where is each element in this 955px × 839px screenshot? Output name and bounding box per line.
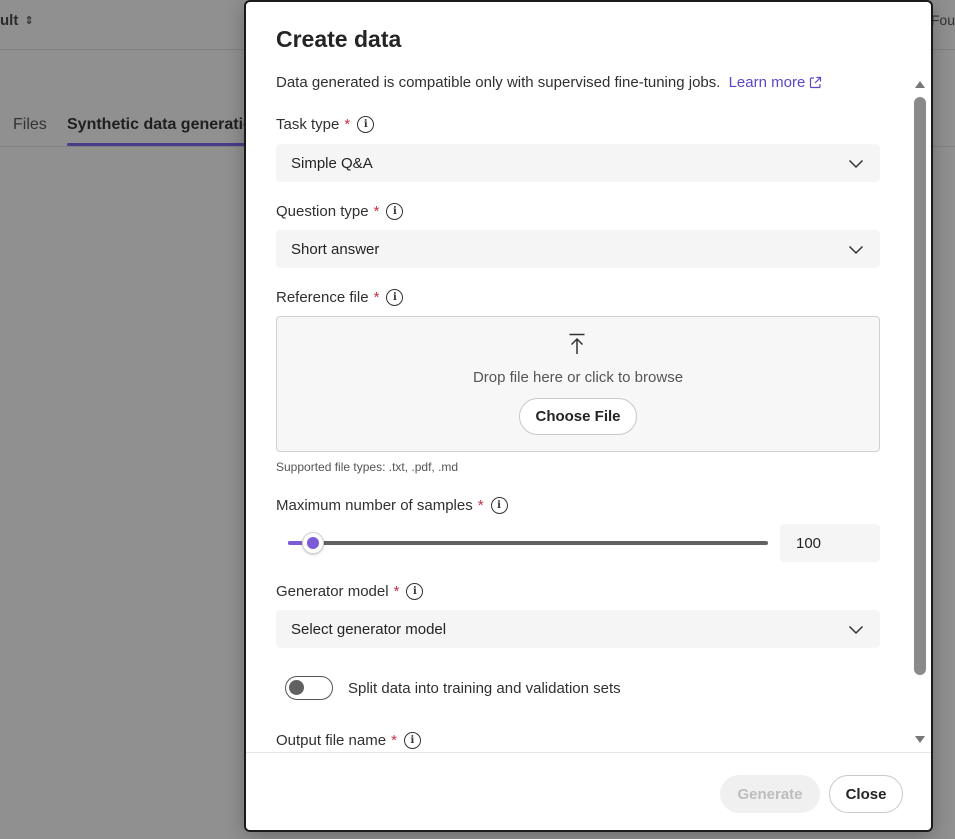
info-icon[interactable]: i — [357, 116, 375, 133]
max-samples-input[interactable]: 100 — [780, 524, 880, 562]
create-data-dialog: Create data Data generated is compatible… — [244, 0, 933, 832]
upload-icon — [568, 333, 586, 360]
samples-slider-track[interactable] — [288, 541, 768, 545]
required-marker: * — [344, 116, 351, 133]
generator-model-label-text: Generator model — [276, 583, 389, 600]
required-marker: * — [477, 497, 484, 514]
dialog-description: Data generated is compatible only with s… — [276, 74, 822, 93]
learn-more-text: Learn more — [728, 74, 806, 91]
tab-synthetic-data-generation[interactable]: Synthetic data generatic — [67, 116, 252, 134]
info-icon[interactable]: i — [386, 289, 404, 306]
chevron-down-icon — [848, 622, 864, 639]
dialog-title: Create data — [276, 26, 402, 52]
tab-files[interactable]: Files — [13, 116, 47, 134]
scroll-up-arrow-icon[interactable] — [915, 81, 925, 88]
question-type-value: Short answer — [291, 240, 380, 258]
chevron-down-icon — [848, 242, 864, 259]
split-data-toggle[interactable] — [285, 676, 333, 700]
generate-button[interactable]: Generate — [720, 775, 820, 813]
question-type-label: Question type * i — [276, 203, 404, 220]
learn-more-link[interactable]: Learn more — [729, 74, 823, 91]
drop-file-text: Drop file here or click to browse — [472, 369, 684, 386]
output-file-name-label: Output file name * i — [276, 732, 421, 749]
max-samples-label-text: Maximum number of samples — [276, 497, 473, 514]
task-type-value: Simple Q&A — [291, 154, 373, 172]
close-button[interactable]: Close — [829, 775, 903, 813]
active-tab-indicator — [67, 143, 247, 146]
generator-model-dropdown[interactable]: Select generator model — [276, 610, 880, 648]
project-label: ult — [0, 12, 19, 29]
required-marker: * — [393, 583, 400, 600]
task-type-label: Task type * i — [276, 116, 375, 133]
output-file-name-label-text: Output file name — [276, 732, 387, 749]
max-samples-label: Maximum number of samples * i — [276, 497, 508, 514]
required-marker: * — [391, 732, 397, 749]
generator-model-placeholder: Select generator model — [291, 620, 447, 638]
question-type-label-text: Question type — [276, 203, 369, 220]
required-marker: * — [373, 289, 380, 306]
supported-file-types-hint: Supported file types: .txt, .pdf, .md — [276, 460, 459, 474]
info-icon[interactable]: i — [386, 203, 404, 220]
external-link-icon — [809, 76, 822, 93]
scrollbar-thumb[interactable] — [914, 97, 926, 675]
scroll-down-arrow-icon[interactable] — [915, 736, 925, 743]
info-icon[interactable]: i — [403, 732, 421, 749]
reference-file-label-text: Reference file — [276, 289, 369, 306]
top-bar-right-text: Fou — [930, 12, 955, 28]
info-icon[interactable]: i — [490, 497, 508, 514]
chevron-up-down-icon: ⇕ — [24, 15, 34, 27]
question-type-dropdown[interactable]: Short answer — [276, 230, 880, 268]
generator-model-label: Generator model * i — [276, 583, 424, 600]
description-text: Data generated is compatible only with s… — [276, 74, 721, 91]
project-selector[interactable]: ult ⇕ — [0, 12, 34, 29]
file-drop-zone[interactable]: Drop file here or click to browse Choose… — [276, 316, 880, 452]
info-icon[interactable]: i — [406, 583, 424, 600]
dialog-content: Data generated is compatible only with s… — [246, 64, 931, 752]
chevron-down-icon — [848, 156, 864, 173]
task-type-dropdown[interactable]: Simple Q&A — [276, 144, 880, 182]
task-type-label-text: Task type — [276, 116, 340, 133]
split-data-label: Split data into training and validation … — [348, 680, 621, 697]
dialog-footer: Generate Close — [246, 752, 931, 830]
reference-file-label: Reference file * i — [276, 289, 404, 306]
choose-file-button[interactable]: Choose File — [519, 398, 637, 435]
samples-slider-thumb[interactable] — [302, 532, 324, 554]
required-marker: * — [373, 203, 380, 220]
